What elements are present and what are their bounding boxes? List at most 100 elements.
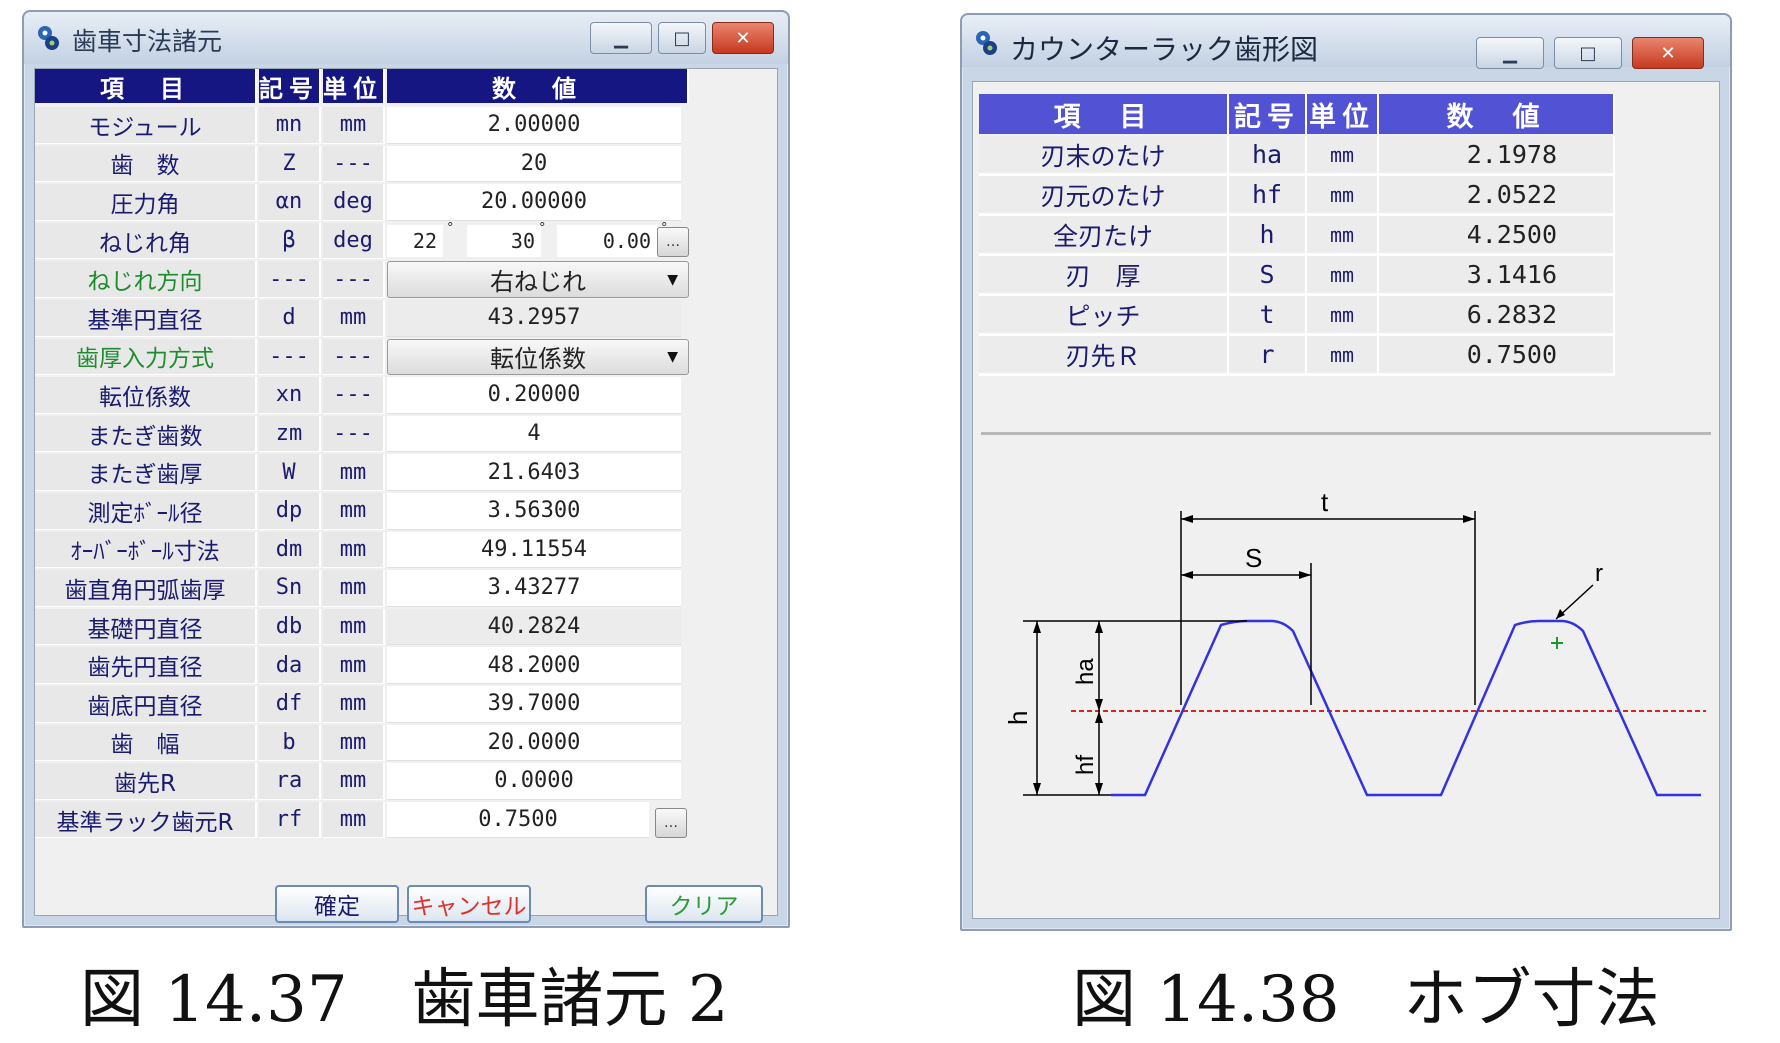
app-icon (38, 26, 59, 50)
row-unit: mm (323, 801, 385, 839)
value-input[interactable]: 2.00000 (387, 107, 681, 144)
row-symbol: ra (259, 763, 321, 800)
row-unit: mm (323, 531, 385, 569)
row-unit: mm (323, 724, 385, 762)
label-t: t (1321, 487, 1329, 517)
value-input[interactable]: 0.7500 (387, 801, 649, 839)
app-icon (976, 31, 997, 55)
label-r: r (1595, 560, 1603, 587)
value-input[interactable]: 3.43277 (387, 570, 681, 607)
row-unit: --- (323, 415, 385, 453)
row-label: 刃 厚 (979, 256, 1229, 296)
row-unit: mm (1307, 216, 1379, 256)
clear-button[interactable]: クリア (645, 885, 763, 923)
angle-browse-button[interactable]: … (657, 226, 689, 257)
row-label: 基礎円直径 (35, 608, 257, 646)
row-symbol: S (1229, 256, 1307, 296)
maximize-icon: □ (1579, 42, 1597, 64)
angle-deg-input[interactable]: 22 (387, 224, 443, 258)
client-area: 項 目記号 単位数 値刃末のたけ ha mm 2.1978 刃元のたけ hf mm 2.0522… (972, 81, 1720, 919)
row-unit: mm (323, 647, 385, 684)
row-unit: mm (1307, 136, 1379, 176)
dropdown-value: 右ねじれ (490, 268, 586, 297)
angle-min-input[interactable]: 30 (467, 224, 541, 258)
row-label: 刃元のたけ (979, 176, 1229, 216)
row-symbol: Z (259, 145, 321, 183)
value-input[interactable]: 4 (387, 415, 681, 453)
close-icon: ✕ (735, 27, 751, 49)
titlebar: 歯車寸法諸元 ▁ □ ✕ (24, 12, 788, 64)
column-header: 項 目 (979, 94, 1229, 134)
value-input[interactable]: 20.0000 (387, 724, 681, 762)
column-header: 数 値 (1379, 94, 1615, 134)
row-symbol: Sn (259, 570, 321, 607)
column-header: 単位 (1307, 94, 1379, 134)
row-symbol: hf (1229, 176, 1307, 216)
row-symbol: --- (259, 338, 321, 376)
value-input[interactable]: 0.0000 (387, 763, 681, 800)
row-unit: mm (323, 107, 385, 144)
dropdown[interactable]: 転位係数 ▼ (387, 338, 689, 376)
value-input[interactable]: 39.7000 (387, 686, 681, 723)
label-s: S (1245, 543, 1262, 573)
degree-mark: ° (539, 220, 546, 236)
row-unit: mm (323, 454, 385, 491)
window-title: 歯車寸法諸元 (72, 27, 223, 56)
maximize-button[interactable]: □ (658, 22, 706, 54)
row-unit: mm (1307, 256, 1379, 296)
client-area: 項 目記号 単位数 値モジュール mn mm 2.00000 歯 数 Z --- 20 圧力角 αn… (34, 68, 778, 923)
row-label: 歯先円直径 (35, 647, 257, 684)
row-unit: mm (323, 570, 385, 607)
browse-button[interactable]: … (655, 807, 687, 838)
rack-profile-svg: t S r h ha hf (1003, 487, 1706, 797)
readonly-value: 40.2824 (387, 608, 681, 646)
row-unit: --- (323, 261, 385, 298)
row-label: 圧力角 (35, 184, 257, 221)
value-input[interactable]: 20.00000 (387, 184, 681, 221)
column-header: 単位 (323, 69, 385, 103)
ok-button[interactable]: 確定 (275, 885, 399, 923)
row-symbol: β (259, 222, 321, 260)
angle-sec-input[interactable]: 0.00 (557, 224, 657, 258)
column-header: 記号 (259, 69, 321, 103)
row-symbol: W (259, 454, 321, 491)
row-value: 2.1978 (1379, 136, 1615, 176)
value-input[interactable]: 49.11554 (387, 531, 681, 569)
figure-caption-left: 図 14.37 歯車諸元 2 (80, 963, 729, 1037)
row-unit: mm (323, 763, 385, 800)
column-header: 数 値 (387, 69, 689, 103)
row-symbol: h (1229, 216, 1307, 256)
maximize-button[interactable]: □ (1554, 37, 1622, 69)
row-label: 全刃たけ (979, 216, 1229, 256)
row-label: 基準円直径 (35, 300, 257, 337)
close-button[interactable]: ✕ (712, 22, 774, 54)
maximize-icon: □ (673, 27, 691, 49)
row-symbol: db (259, 608, 321, 646)
value-input[interactable]: 48.2000 (387, 647, 681, 684)
row-unit: mm (323, 686, 385, 723)
row-label: 歯直角円弧歯厚 (35, 570, 257, 607)
minimize-button[interactable]: ▁ (590, 22, 652, 54)
value-input[interactable]: 3.56300 (387, 493, 681, 530)
figure-caption-right: 図 14.38 ホブ寸法 (1072, 963, 1660, 1037)
row-symbol: zm (259, 415, 321, 453)
gear-dimensions-window: 歯車寸法諸元 ▁ □ ✕ 項 目記号 単位数 値モジュール mn mm 2.00000 歯… (22, 10, 790, 928)
chevron-down-icon: ▼ (667, 348, 678, 365)
row-unit: mm (1307, 296, 1379, 336)
rack-tooth-profile (1111, 619, 1701, 797)
column-header: 項 目 (35, 69, 257, 103)
dropdown[interactable]: 右ねじれ ▼ (387, 261, 689, 298)
row-symbol: da (259, 647, 321, 684)
row-symbol: rf (259, 801, 321, 839)
close-button[interactable]: ✕ (1632, 37, 1704, 69)
cancel-button[interactable]: キャンセル (407, 885, 531, 923)
row-symbol: --- (259, 261, 321, 298)
value-input[interactable]: 20 (387, 145, 681, 183)
minimize-icon: ▁ (614, 27, 628, 49)
minimize-button[interactable]: ▁ (1476, 37, 1544, 69)
close-icon: ✕ (1660, 42, 1676, 64)
value-input[interactable]: 21.6403 (387, 454, 681, 491)
value-input[interactable]: 0.20000 (387, 377, 681, 414)
titlebar: カウンターラック歯形図 ▁ □ ✕ (962, 15, 1730, 69)
row-symbol: mn (259, 107, 321, 144)
